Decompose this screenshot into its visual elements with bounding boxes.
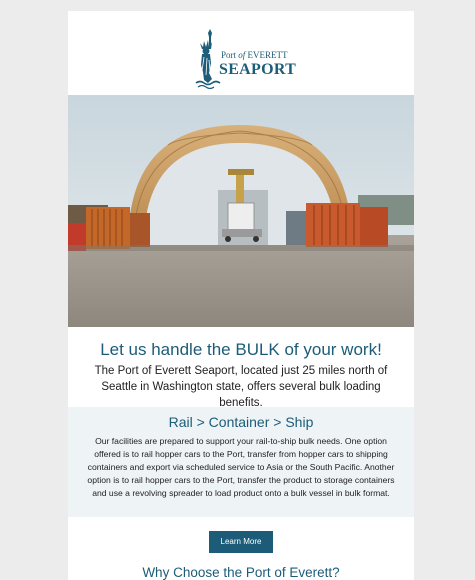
hero-intro-text: The Port of Everett Seaport, located jus… bbox=[94, 365, 388, 409]
statue-of-liberty-icon bbox=[195, 29, 221, 89]
logo-seaport-text: SEAPORT bbox=[219, 61, 297, 78]
email-card: Port of EVERETT SEAPORT Let us handle th… bbox=[68, 11, 414, 580]
rail-container-ship-section: Rail > Container > Ship Our facilities a… bbox=[68, 407, 414, 517]
hero-photo-dome-warehouse bbox=[68, 95, 414, 327]
why-choose-heading: Why Choose the Port of Everett? bbox=[142, 565, 340, 580]
port-of-everett-logo[interactable]: Port of EVERETT SEAPORT bbox=[194, 27, 297, 89]
logo-port-of-everett-text: Port of EVERETT bbox=[221, 50, 288, 60]
hero-headline: Let us handle the BULK of your work! bbox=[100, 340, 382, 359]
rail-section-body: Our facilities are prepared to support y… bbox=[87, 436, 395, 498]
learn-more-button[interactable]: Learn More bbox=[209, 531, 273, 553]
rail-section-title: Rail > Container > Ship bbox=[168, 414, 314, 430]
